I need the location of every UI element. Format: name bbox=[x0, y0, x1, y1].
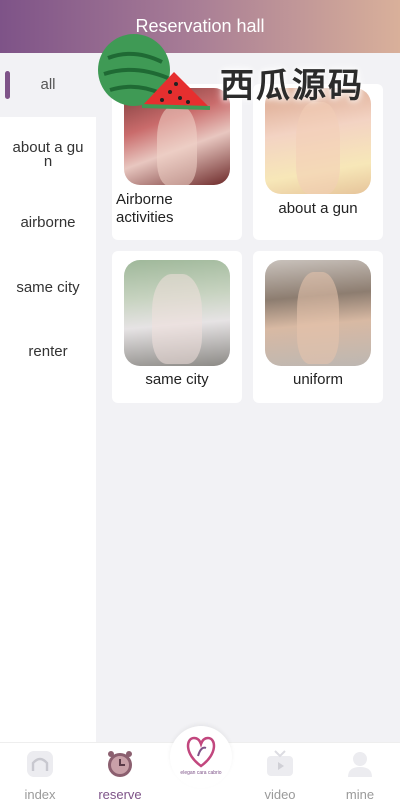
category-card-airborne[interactable]: Airborne activities bbox=[112, 84, 242, 240]
nav-label: video bbox=[264, 787, 296, 802]
category-card-uniform[interactable]: uniform bbox=[253, 251, 383, 403]
home-icon bbox=[27, 751, 53, 777]
card-photo bbox=[124, 260, 230, 366]
heart-logo-icon bbox=[186, 736, 216, 768]
active-indicator bbox=[5, 71, 10, 99]
sidebar-item-all[interactable]: all bbox=[0, 53, 96, 117]
card-caption: uniform bbox=[292, 371, 344, 388]
nav-label: index bbox=[24, 787, 56, 802]
category-sidebar: all about a gun airborne same city rente… bbox=[0, 53, 96, 742]
clock-icon bbox=[108, 751, 132, 777]
card-photo bbox=[265, 260, 371, 366]
sidebar-item-same-city[interactable]: same city bbox=[0, 256, 96, 320]
header-bar: Reservation hall bbox=[0, 0, 400, 53]
nav-item-mine[interactable]: mine bbox=[320, 743, 400, 803]
sidebar-item-label: all bbox=[40, 76, 56, 93]
sidebar-item-renter[interactable]: renter bbox=[0, 320, 96, 384]
page-title: Reservation hall bbox=[135, 16, 265, 36]
nav-item-video[interactable]: video bbox=[240, 743, 320, 803]
card-photo bbox=[265, 88, 371, 194]
user-icon bbox=[348, 752, 372, 777]
category-card-about-a-gun[interactable]: about a gun bbox=[253, 84, 383, 240]
sidebar-item-airborne[interactable]: airborne bbox=[0, 191, 96, 255]
category-card-same-city[interactable]: same city bbox=[112, 251, 242, 403]
sidebar-item-label: renter bbox=[28, 343, 68, 360]
nav-label: reserve bbox=[98, 787, 142, 802]
nav-item-reserve[interactable]: reserve bbox=[80, 743, 160, 803]
card-caption: about a gun bbox=[278, 200, 358, 217]
tv-icon bbox=[267, 750, 293, 776]
card-photo bbox=[124, 88, 230, 185]
card-caption: same city bbox=[145, 371, 209, 388]
nav-item-index[interactable]: index bbox=[0, 743, 80, 803]
nav-label: mine bbox=[345, 787, 375, 802]
brand-caption: elegan cara cabrio bbox=[180, 770, 222, 776]
sidebar-item-about-a-gun[interactable]: about a gun bbox=[0, 123, 96, 187]
brand-logo-button[interactable]: elegan cara cabrio bbox=[170, 726, 232, 788]
sidebar-item-label: airborne bbox=[20, 214, 76, 231]
sidebar-item-label: about a gun bbox=[12, 139, 84, 170]
card-caption: Airborne activities bbox=[116, 191, 174, 226]
sidebar-item-label: same city bbox=[16, 279, 80, 296]
